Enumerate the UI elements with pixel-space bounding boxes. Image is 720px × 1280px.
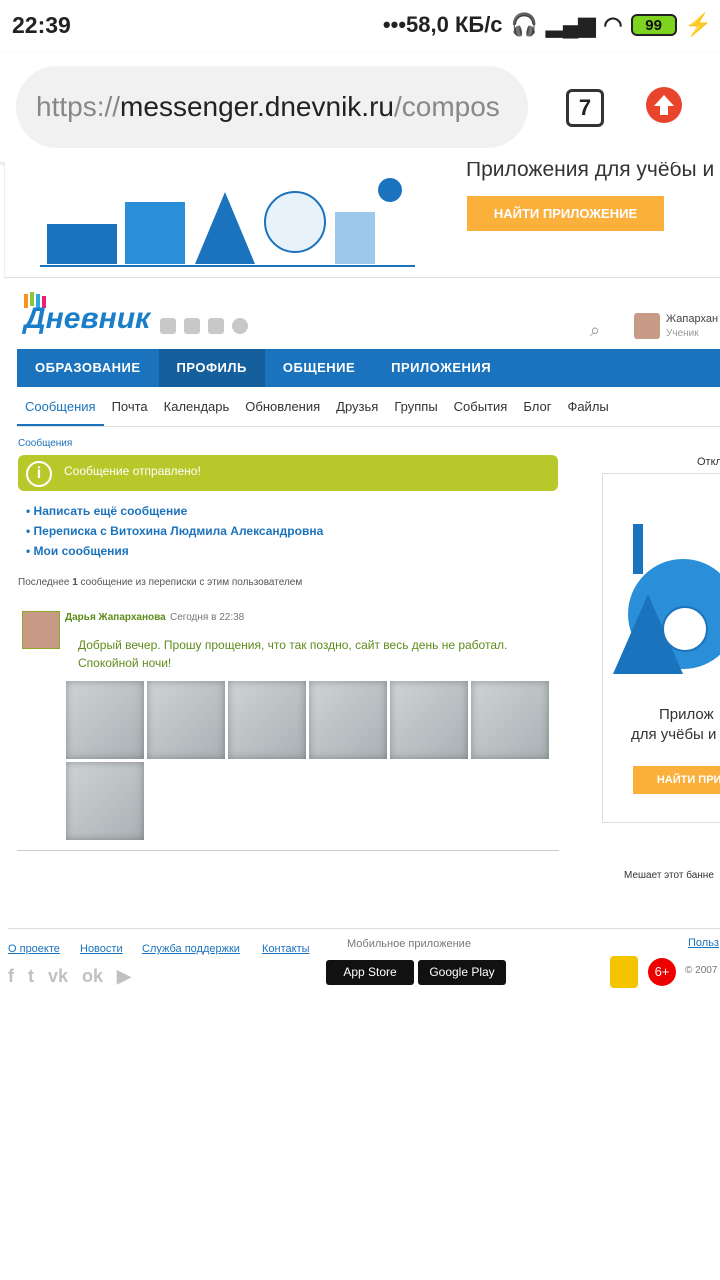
conversation-note: Последнее 1 сообщение из переписки с эти…: [18, 577, 303, 588]
network-speed: •••58,0 КБ/с: [382, 12, 503, 37]
banner-title: Приложения для учёбы и: [466, 162, 715, 181]
nav-education[interactable]: ОБРАЗОВАНИЕ: [17, 349, 159, 387]
attachment-thumbnail[interactable]: [390, 681, 468, 759]
nav-apps[interactable]: ПРИЛОЖЕНИЯ: [373, 349, 509, 387]
message-author[interactable]: Дарья Жапарханова: [65, 612, 166, 623]
avatar[interactable]: [634, 313, 660, 339]
tab-mail[interactable]: Почта: [104, 388, 156, 426]
tab-messages[interactable]: Сообщения: [17, 388, 104, 426]
ad-find-app-button[interactable]: НАЙТИ ПРИЛ: [633, 766, 720, 794]
footer-news-link[interactable]: Новости: [80, 943, 123, 955]
copyright: © 2007: [685, 965, 718, 976]
status-bar: 22:39 •••58,0 КБ/с 🎧 ▂▄▆ ◠ 99 ⚡: [0, 0, 720, 52]
write-again-link[interactable]: • Написать ещё сообщение: [26, 504, 187, 518]
info-icon: i: [26, 461, 52, 487]
signal-icon: ▂▄▆: [545, 12, 596, 37]
chat-icon[interactable]: [160, 318, 176, 334]
youtube-icon[interactable]: ▶: [117, 966, 131, 987]
google-play-button[interactable]: Google Play: [418, 960, 506, 985]
user-role: Ученик: [666, 328, 699, 339]
tab-friends[interactable]: Друзья: [328, 388, 386, 426]
tab-events[interactable]: События: [446, 388, 516, 426]
attachment-thumbnail[interactable]: [66, 762, 144, 840]
bell-icon[interactable]: [208, 318, 224, 334]
wifi-icon: ◠: [603, 12, 623, 37]
ad-subtitle: для учёбы и: [631, 726, 717, 743]
ad-illustration: [613, 524, 720, 674]
browser-toolbar: https://messenger.dnevnik.ru/compos 7: [0, 52, 720, 162]
tab-updates[interactable]: Обновления: [237, 388, 328, 426]
attachment-thumbnail[interactable]: [309, 681, 387, 759]
conversation-link[interactable]: • Переписка с Витохина Людмила Александр…: [26, 524, 323, 538]
facebook-icon[interactable]: f: [8, 966, 14, 987]
top-banner[interactable]: Приложения для учёбы и НАЙТИ ПРИЛОЖЕНИЕ: [4, 162, 720, 278]
nav-profile[interactable]: ПРОФИЛЬ: [158, 349, 265, 387]
url-text: https://messenger.dnevnik.ru/compos: [36, 91, 500, 122]
status-indicators: •••58,0 КБ/с 🎧 ▂▄▆ ◠ 99 ⚡: [383, 12, 712, 38]
tab-blog[interactable]: Блог: [515, 388, 559, 426]
globe-icon[interactable]: [232, 318, 248, 334]
breadcrumb[interactable]: Сообщения: [18, 438, 72, 449]
find-app-button[interactable]: НАЙТИ ПРИЛОЖЕНИЕ: [467, 196, 664, 231]
age-rating-badge: 6+: [648, 958, 676, 986]
nav-communication[interactable]: ОБЩЕНИЕ: [265, 349, 373, 387]
message-attachments: [66, 681, 552, 840]
banner-illustration: [40, 178, 415, 267]
user-agreement-link[interactable]: Польз: [688, 937, 719, 949]
main-nav: ОБРАЗОВАНИЕ ПРОФИЛЬ ОБЩЕНИЕ ПРИЛОЖЕНИЯ: [17, 349, 720, 387]
attachment-thumbnail[interactable]: [471, 681, 549, 759]
attachment-thumbnail[interactable]: [228, 681, 306, 759]
arrow-up-icon: [654, 95, 674, 115]
user-name[interactable]: Жапархан: [666, 313, 718, 325]
footer-about-link[interactable]: О проекте: [8, 943, 60, 955]
tabs-count-button[interactable]: 7: [566, 89, 604, 127]
message-body: Добрый вечер. Прошу прощения, что так по…: [78, 638, 508, 670]
success-alert: i Сообщение отправлено!: [18, 455, 558, 491]
upload-button[interactable]: [646, 87, 682, 123]
mobile-app-label: Мобильное приложение: [347, 938, 471, 950]
footer-support-link[interactable]: Служба поддержки: [142, 943, 240, 955]
odnoklassniki-icon[interactable]: ok: [82, 966, 103, 987]
url-field[interactable]: https://messenger.dnevnik.ru/compos: [16, 66, 528, 148]
ad-title: Прилож: [659, 706, 714, 723]
message-avatar[interactable]: [22, 611, 60, 649]
social-links: f t vk ok ▶: [8, 966, 131, 987]
ad-complaint-link[interactable]: Мешает этот банне: [624, 870, 714, 881]
tab-calendar[interactable]: Календарь: [156, 388, 238, 426]
attachment-thumbnail[interactable]: [147, 681, 225, 759]
status-time: 22:39: [12, 12, 71, 38]
sub-nav: Сообщения Почта Календарь Обновления Дру…: [17, 388, 720, 427]
tab-files[interactable]: Файлы: [559, 388, 616, 426]
divider: [17, 850, 559, 851]
tab-groups[interactable]: Группы: [386, 388, 445, 426]
header-icons: [160, 318, 248, 334]
search-icon[interactable]: ⌕: [590, 320, 600, 341]
twitter-icon[interactable]: t: [28, 966, 34, 987]
site-logo[interactable]: Дневник: [24, 302, 150, 336]
side-ad[interactable]: Прилож для учёбы и НАЙТИ ПРИЛ: [602, 473, 720, 823]
footer-divider: [8, 928, 720, 929]
ru-award-icon: [610, 956, 638, 988]
my-messages-link[interactable]: • Мои сообщения: [26, 544, 129, 558]
person-icon[interactable]: [184, 318, 200, 334]
footer-contacts-link[interactable]: Контакты: [262, 943, 310, 955]
attachment-thumbnail[interactable]: [66, 681, 144, 759]
charging-icon: ⚡: [684, 12, 712, 37]
message-time: Сегодня в 22:38: [170, 612, 245, 623]
battery-icon: 99: [630, 14, 677, 36]
vk-icon[interactable]: vk: [48, 966, 68, 987]
ad-close-link[interactable]: Откл: [697, 456, 720, 468]
success-text: Сообщение отправлено!: [64, 464, 201, 478]
app-store-button[interactable]: App Store: [326, 960, 414, 985]
headphones-icon: 🎧: [510, 12, 538, 37]
